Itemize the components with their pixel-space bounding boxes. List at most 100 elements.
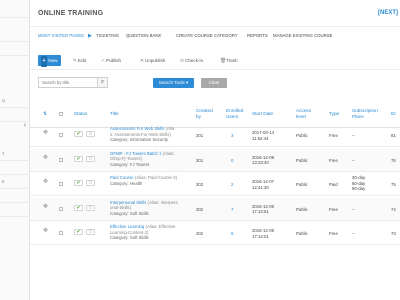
course-alias: (Alias: Effective- (145, 224, 177, 229)
plan-item: 90-day (352, 186, 366, 192)
chevron-left-icon[interactable]: ‹ (21, 120, 29, 130)
table-row[interactable]: ✥ ✔ ☆ Paid Course (Alias: Paid-Course-3) Cat… (30, 173, 400, 196)
course-alias: Learning-Content-2) (110, 229, 149, 235)
nav-bar: MOST VISITED PAGES ▶ TICKETING QUESTION … (30, 28, 400, 43)
start-time: 12:41:30 (252, 184, 269, 190)
sort-icon[interactable]: ⇅ (43, 111, 47, 117)
enrolled-users-link[interactable]: 0 (231, 158, 233, 164)
drag-handle-icon[interactable]: ✥ (43, 130, 48, 137)
start-time: 17:14:51 (252, 209, 269, 215)
select-all-checkbox[interactable] (59, 112, 63, 116)
enrolled-users-link[interactable]: 3 (231, 133, 233, 139)
type-value: Free (329, 157, 338, 163)
table-row[interactable]: ✥ ✔ ☆ Assessments For Web Skills (Alia s: As… (30, 124, 400, 147)
column-header-created-by[interactable]: Created by (196, 108, 213, 120)
row-checkbox[interactable] (59, 133, 63, 137)
published-toggle[interactable]: ✔ (74, 131, 83, 137)
course-title-link[interactable]: Effective Learning (110, 224, 144, 229)
start-date: 2016-12-07 (252, 179, 274, 184)
row-checkbox[interactable] (59, 182, 63, 186)
row-checkbox[interactable] (59, 231, 63, 235)
new-button[interactable]: + New (38, 55, 62, 67)
search-button[interactable]: ⌕ (98, 77, 108, 88)
row-checkbox[interactable] (59, 157, 63, 162)
enrolled-users-link[interactable]: 7 (231, 207, 233, 213)
start-time: 13:23:40 (252, 160, 269, 166)
search-bar: ⌕ Search Tools ▾ Clear (30, 77, 400, 91)
sidebar-item[interactable] (0, 189, 30, 203)
published-toggle[interactable]: ✔ (74, 229, 83, 235)
sidebar-item[interactable]: E (0, 175, 30, 189)
type-value: Free (329, 231, 338, 236)
created-by-value: 202 (196, 231, 204, 236)
table-row[interactable]: ✥ ✔ ☆ Effective Learning (Alias: Effective-… (30, 222, 400, 245)
check-icon: ✔ (76, 204, 81, 211)
star-icon: ☆ (88, 204, 93, 211)
enrolled-users-link[interactable]: 2 (231, 182, 233, 188)
table-row[interactable]: ✥ ✔ ☆ Interpersonal Skills (Alias: Interper… (30, 197, 400, 221)
course-alias: s: Assessments-For-Web-Skills) (110, 131, 171, 137)
sidebar-item[interactable]: T (0, 147, 30, 161)
column-header-type[interactable]: Type (329, 111, 339, 117)
sidebar-item[interactable] (0, 4, 30, 18)
course-alias: (Alias: Interpers (147, 199, 178, 205)
course-title-link[interactable]: GFMP - FJ Towers Batch 1 (110, 151, 161, 156)
sidebar-item[interactable] (0, 42, 30, 56)
column-header-enrolled[interactable]: Enrolled Users (226, 108, 243, 120)
next-link[interactable]: [NEXT] (378, 10, 398, 16)
featured-toggle[interactable]: ☆ (86, 204, 95, 211)
course-title-link[interactable]: Paid Course (110, 175, 134, 180)
course-alias: (Alias: Paid-Course-3) (134, 175, 178, 180)
nav-item-manage-existing-course[interactable]: MANAGE EXISTING COURSE (273, 33, 332, 38)
published-toggle[interactable]: ✔ (74, 180, 83, 186)
search-tools-button[interactable]: Search Tools ▾ (153, 78, 194, 88)
column-header-plans[interactable]: Subscription Plans (352, 108, 378, 120)
featured-toggle[interactable]: ☆ (86, 155, 95, 162)
column-header-title[interactable]: Title (110, 111, 119, 117)
start-date-cell: 2016-12-09 13:23:40 (252, 155, 274, 166)
new-button-label: New (48, 58, 58, 63)
drag-handle-icon[interactable]: ✥ (43, 228, 48, 235)
drag-handle-icon[interactable]: ✥ (43, 204, 48, 211)
course-title-link[interactable]: Assessments For Web Skills (110, 126, 164, 131)
unpublish-button[interactable]: ✕Unpublish (139, 55, 166, 66)
sidebar-item[interactable] (0, 28, 30, 42)
drag-handle-icon[interactable]: ✥ (43, 155, 48, 162)
checkin-button[interactable]: ⊙Check-in (179, 55, 203, 66)
header-line: level (296, 114, 306, 119)
header-line: Plans (352, 114, 364, 119)
nav-item-most-visited[interactable]: MOST VISITED PAGES (38, 33, 84, 38)
created-by-value: 202 (196, 182, 204, 187)
published-toggle[interactable]: ✔ (74, 204, 83, 211)
start-date: 2017-03-14 (252, 130, 274, 135)
drag-handle-icon[interactable]: ✥ (43, 179, 48, 186)
trash-button[interactable]: 🗑Trash (220, 55, 238, 66)
star-icon: ☆ (88, 155, 93, 162)
clear-button[interactable]: Clear (201, 78, 227, 88)
sidebar-item[interactable] (0, 161, 30, 175)
table-row[interactable]: ✥ ✔ ☆ GFMP - FJ Towers Batch 1 (Alias: Gfmp-… (30, 148, 400, 172)
course-title-link[interactable]: Interpersonal Skills (110, 200, 146, 205)
row-checkbox[interactable] (59, 206, 63, 211)
nav-item-create-course-category[interactable]: CREATE COURSE CATEGORY (176, 33, 238, 38)
featured-toggle[interactable]: ☆ (86, 229, 95, 235)
enrolled-users-link[interactable]: 6 (231, 231, 233, 237)
column-header-id[interactable]: ID (391, 111, 396, 117)
plus-icon: + (41, 56, 47, 67)
sidebar-item[interactable]: G (0, 94, 30, 108)
publish-button[interactable]: ✓Publish (100, 55, 121, 66)
course-title-cell: GFMP - FJ Towers Batch 1 (Alias: Gfmp-Fj-… (110, 151, 175, 168)
nav-item-question-bank[interactable]: QUESTION BANK (126, 33, 161, 38)
search-input[interactable] (38, 77, 98, 88)
nav-item-ticketing[interactable]: TICKETING (96, 33, 119, 38)
featured-toggle[interactable]: ☆ (86, 180, 95, 186)
edit-button[interactable]: ✎Edit (72, 55, 86, 66)
column-header-status[interactable]: Status (74, 111, 87, 117)
subscription-plans: 30-day 60-day 90-day (352, 175, 365, 192)
sidebar-item[interactable] (0, 203, 30, 217)
column-header-access[interactable]: Access level (296, 108, 311, 120)
nav-item-reports[interactable]: REPORTS (247, 33, 268, 38)
published-toggle[interactable]: ✔ (74, 155, 83, 162)
featured-toggle[interactable]: ☆ (86, 131, 95, 137)
column-header-start-date[interactable]: Start Date (252, 111, 273, 117)
